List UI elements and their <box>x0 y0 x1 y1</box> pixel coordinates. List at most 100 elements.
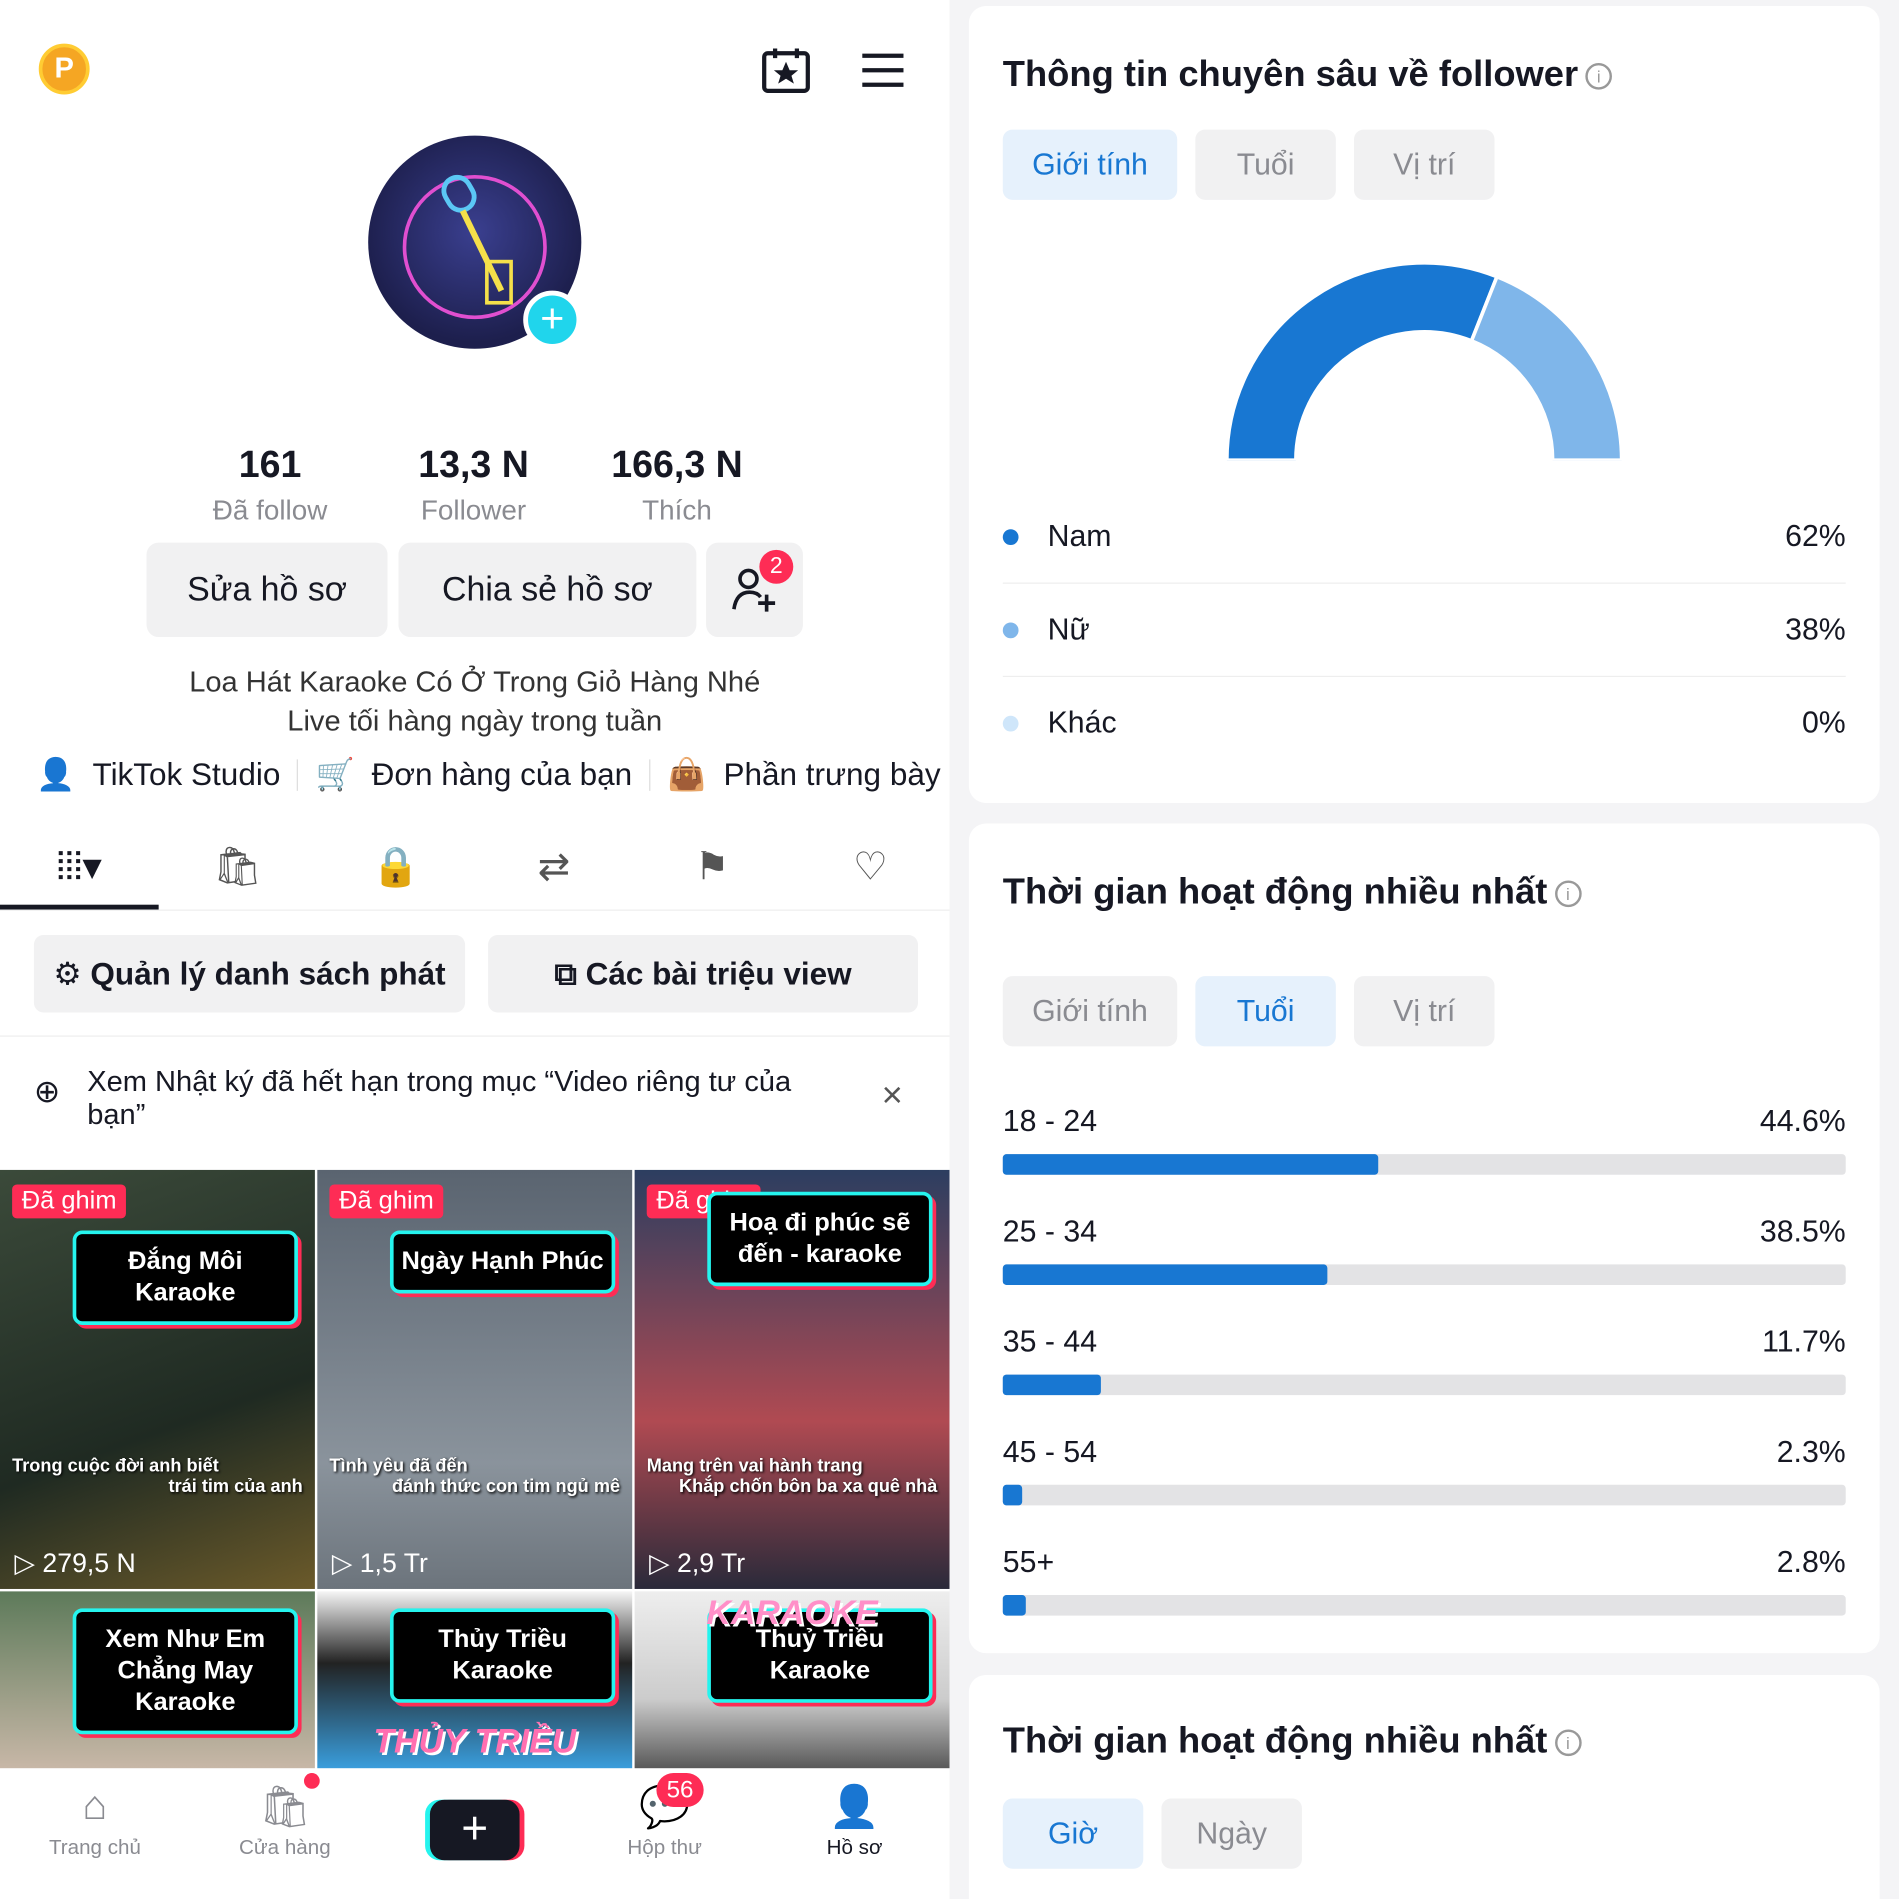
follower-label: Follower <box>420 494 527 526</box>
nav-shop[interactable]: 🛍 Cửa hàng <box>190 1768 380 1899</box>
likes-count: 166,3 N <box>611 443 743 486</box>
tab-saved-hidden-icon[interactable]: ⚑ <box>633 836 791 910</box>
add-avatar-button[interactable]: + <box>523 290 582 349</box>
nav-label: Hồ sơ <box>826 1836 883 1860</box>
following-stat[interactable]: 161 Đã follow <box>167 443 373 527</box>
tab-videos-grid-icon[interactable]: ⦙⦙⦙▾ <box>0 836 159 910</box>
tab-day[interactable]: Ngày <box>1161 1798 1302 1869</box>
info-icon[interactable]: i <box>1585 63 1613 90</box>
pinned-badge: Đã ghim <box>329 1184 444 1219</box>
pinned-badge: Đã ghim <box>12 1184 127 1219</box>
video-banner: THỦY TRIỀU <box>373 1722 577 1760</box>
nav-label: Cửa hàng <box>239 1836 331 1860</box>
expired-notice[interactable]: Xem Nhật ký đã hết hạn trong mục “Video … <box>87 1066 814 1131</box>
legend-label: Nam <box>1047 518 1112 553</box>
age-value: 11.7% <box>1762 1324 1846 1359</box>
nav-label: Hộp thư <box>627 1836 702 1860</box>
age-activity-title-text: Thời gian hoạt động nhiều nhất <box>1002 871 1548 912</box>
nav-inbox[interactable]: 💬 Hộp thư 56 <box>570 1768 760 1899</box>
million-view-button[interactable]: ⧉ Các bài triệu view <box>488 934 919 1013</box>
video-thumbnail[interactable]: Thuỷ Triều Karaoke KARAOKE <box>634 1591 950 1771</box>
tab-gender[interactable]: Giới tính <box>1002 976 1178 1047</box>
age-bar-track <box>1002 1595 1846 1616</box>
view-count-text: 1,5 Tr <box>359 1547 428 1579</box>
lyric-line: Khắp chốn bôn ba xa quê nhà <box>678 1476 938 1497</box>
time-activity-title-text: Thời gian hoạt động nhiều nhất <box>1002 1720 1548 1761</box>
age-activity-title: Thời gian hoạt động nhiều nhất i <box>1002 871 1582 913</box>
following-count: 161 <box>238 443 302 486</box>
tab-age[interactable]: Tuổi <box>1195 976 1336 1047</box>
view-count: ▷ 2,9 Tr <box>649 1548 745 1579</box>
video-thumbnail[interactable]: Đã ghim Hoạ đi phúc sẽ đến - karaoke Mang … <box>634 1169 950 1589</box>
orders-link[interactable]: Đơn hàng của bạn <box>372 756 633 794</box>
legend-item: Khác 0% <box>1002 677 1846 770</box>
bio-line: Loa Hát Karaoke Có Ở Trong Giỏ Hàng Nhé <box>189 666 761 699</box>
tab-gender[interactable]: Giới tính <box>1002 129 1178 200</box>
legend-item: Nam 62% <box>1002 490 1846 584</box>
showcase-link[interactable]: Phần trưng bày <box>723 756 940 794</box>
age-bar-track <box>1002 1264 1846 1285</box>
age-bar-fill <box>1002 1595 1027 1616</box>
legend-value: 0% <box>1801 706 1846 740</box>
follower-stat[interactable]: 13,3 N Follower <box>371 443 577 527</box>
view-count: ▷ 279,5 N <box>15 1548 136 1579</box>
tab-location[interactable]: Vị trí <box>1354 976 1495 1047</box>
view-count: ▷ 1,5 Tr <box>332 1548 428 1579</box>
tab-repost-icon[interactable]: ⇄ <box>475 836 633 910</box>
close-icon[interactable]: × <box>882 1075 903 1116</box>
age-label: 45 - 54 <box>1002 1435 1098 1470</box>
tab-age[interactable]: Tuổi <box>1195 129 1336 200</box>
age-bar-row: 18 - 24 44.6% <box>1002 1105 1846 1175</box>
insights-title-text: Thông tin chuyên sâu về follower <box>1002 54 1579 95</box>
video-thumbnail[interactable]: Đã ghim Đắng Môi Karaoke Trong cuộc đời an… <box>0 1169 315 1589</box>
share-profile-button[interactable]: Chia sẻ hồ sơ <box>398 542 697 638</box>
info-icon[interactable]: i <box>1554 1729 1582 1757</box>
friend-request-badge: 2 <box>759 549 794 584</box>
add-friend-button[interactable]: 2 <box>706 542 803 638</box>
likes-stat[interactable]: 166,3 N Thích <box>574 443 780 527</box>
view-count-text: 279,5 N <box>42 1547 136 1579</box>
edit-profile-button[interactable]: Sửa hồ sơ <box>146 542 388 638</box>
manage-playlist-button[interactable]: ⚙ Quản lý danh sách phát <box>33 934 466 1013</box>
tab-liked-hidden-icon[interactable]: ♡ <box>791 836 949 910</box>
tab-private-lock-icon[interactable]: 🔒 <box>317 836 475 910</box>
age-bar-fill <box>1002 1484 1023 1506</box>
info-icon[interactable]: i <box>1554 880 1582 908</box>
age-bar-row: 45 - 54 2.3% <box>1002 1435 1846 1506</box>
video-title: Đắng Môi Karaoke <box>72 1230 298 1325</box>
plus-icon: + <box>429 1799 520 1861</box>
follower-insights-card: Thông tin chuyên sâu về follower i Giới t… <box>968 6 1880 803</box>
notification-dot <box>303 1773 320 1789</box>
studio-icon: 👤 <box>36 755 76 793</box>
play-icon: ▷ <box>331 1547 360 1579</box>
shop-bag-icon: 🛍 <box>258 1783 311 1830</box>
follower-count: 13,3 N <box>418 443 529 486</box>
video-thumbnail[interactable]: Thủy Triều Karaoke THỦY TRIỀU <box>317 1591 633 1771</box>
age-bar-row: 35 - 44 11.7% <box>1002 1324 1846 1396</box>
gear-icon: ⚙ <box>53 955 91 992</box>
legend-label: Khác <box>1047 706 1117 740</box>
bottom-nav: ⌂ Trang chủ 🛍 Cửa hàng + 💬 Hộp thư 56 👤 Hồ sơ <box>0 1768 950 1899</box>
age-bar-fill <box>1002 1264 1328 1285</box>
content-tabs: ⦙⦙⦙▾ 🛍 🔒 ⇄ ⚑ ♡ <box>0 836 950 911</box>
profile-panel: P + 161 Đã follow 13,3 N Follower 166,3 N T… <box>0 0 950 1899</box>
nav-profile[interactable]: 👤 Hồ sơ <box>760 1768 950 1899</box>
nav-home[interactable]: ⌂ Trang chủ <box>0 1768 190 1899</box>
nav-create[interactable]: + <box>380 1768 570 1899</box>
video-thumbnail[interactable]: Đã ghim Ngày Hạnh Phúc Tình yêu đã đến đánh… <box>317 1169 633 1589</box>
calendar-star-icon[interactable] <box>761 46 812 94</box>
coin-icon[interactable]: P <box>38 43 90 95</box>
age-bar-track <box>1002 1484 1846 1506</box>
tab-location[interactable]: Vị trí <box>1354 129 1495 200</box>
lyric-line: Mang trên vai hành trang <box>646 1455 863 1477</box>
bio: Loa Hát Karaoke Có Ở Trong Giỏ Hàng Nhé L… <box>0 664 950 742</box>
tiktok-studio-link[interactable]: TikTok Studio <box>92 756 280 794</box>
legend-item: Nữ 38% <box>1002 584 1846 678</box>
tab-hour[interactable]: Giờ <box>1002 1798 1144 1869</box>
legend-label: Nữ <box>1047 612 1090 647</box>
time-activity-card: Thời gian hoạt động nhiều nhất i Giờ Ngày <box>968 1674 1880 1899</box>
hamburger-icon[interactable] <box>860 51 906 90</box>
video-thumbnail[interactable]: Xem Như Em Chẳng May Karaoke <box>0 1591 315 1771</box>
tab-shop-bag-icon[interactable]: 🛍 <box>158 836 316 910</box>
video-title: Hoạ đi phúc sẽ đến - karaoke <box>707 1191 933 1287</box>
